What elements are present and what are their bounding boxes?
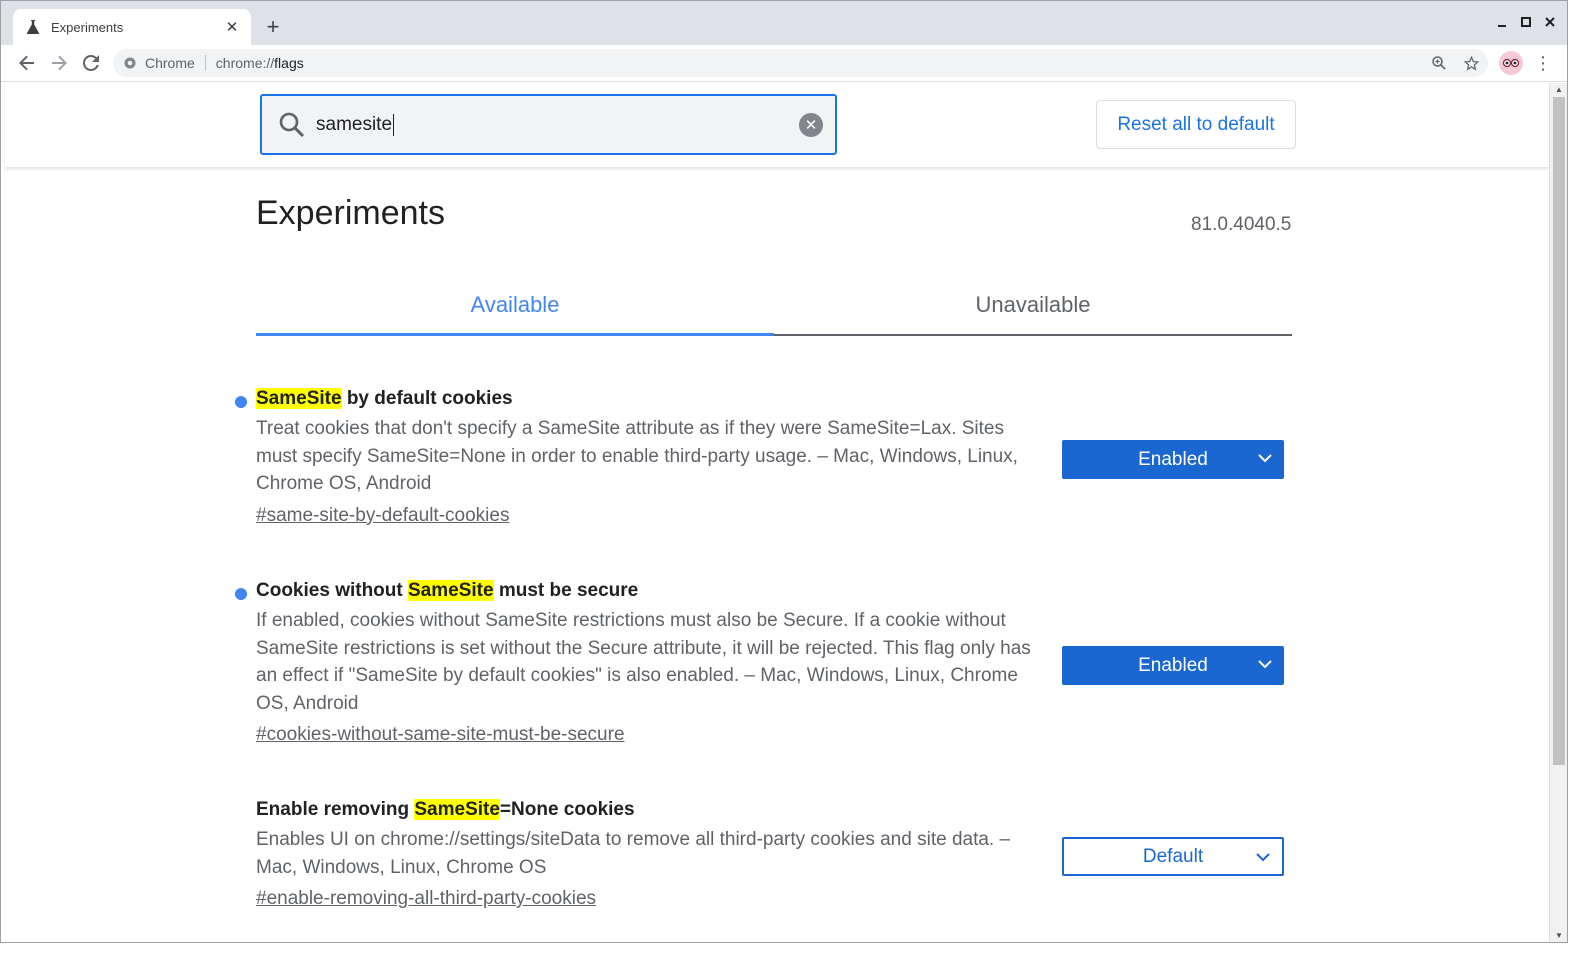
flag-item: Cookies without SameSite must be secure … xyxy=(235,578,1296,748)
search-highlight: SameSite xyxy=(256,388,342,409)
address-bar[interactable]: Chrome chrome://flags xyxy=(113,49,1488,77)
minimize-icon[interactable] xyxy=(1493,13,1511,31)
flag-description: If enabled, cookies without SameSite res… xyxy=(256,610,1031,714)
search-input[interactable]: samesite ✕ xyxy=(260,94,837,155)
flag-description: Enables UI on chrome://settings/siteData… xyxy=(256,829,1011,878)
omnibox-actions xyxy=(1430,54,1480,72)
select-value: Enabled xyxy=(1138,448,1208,470)
clear-search-icon[interactable]: ✕ xyxy=(799,113,823,137)
toolbar: Chrome chrome://flags ⋮ xyxy=(1,45,1567,82)
vertical-scrollbar[interactable]: ▲ ▼ xyxy=(1549,83,1567,942)
search-highlight: SameSite xyxy=(408,580,494,601)
flag-description: Treat cookies that don't specify a SameS… xyxy=(256,418,1018,494)
profile-avatar[interactable] xyxy=(1499,51,1523,75)
back-arrow-icon[interactable] xyxy=(15,51,39,75)
active-tab-indicator xyxy=(256,333,774,336)
url-text: chrome://flags xyxy=(215,55,304,71)
flag-anchor-link[interactable]: #enable-removing-all-third-party-cookies xyxy=(256,886,596,912)
chevron-down-icon xyxy=(1258,657,1272,671)
bookmark-star-icon[interactable] xyxy=(1462,54,1480,72)
omnibox-divider xyxy=(204,55,206,71)
chevron-down-icon xyxy=(1258,451,1272,465)
flag-anchor-link[interactable]: #cookies-without-same-site-must-be-secur… xyxy=(256,722,625,748)
origin-chip: Chrome xyxy=(145,55,195,71)
tab-close-icon[interactable]: ✕ xyxy=(223,18,241,36)
search-icon xyxy=(278,111,306,139)
select-value: Enabled xyxy=(1138,654,1208,676)
flag-item: Enable removing SameSite=None cookies En… xyxy=(256,797,1296,912)
modified-indicator xyxy=(235,588,247,600)
flag-anchor-link[interactable]: #same-site-by-default-cookies xyxy=(256,503,509,529)
version-label: 81.0.4040.5 xyxy=(1191,214,1292,235)
chrome-site-icon xyxy=(123,56,137,70)
flag-state-select[interactable]: Enabled xyxy=(1062,440,1284,479)
reset-all-button[interactable]: Reset all to default xyxy=(1096,100,1296,149)
scrollbar-thumb[interactable] xyxy=(1553,97,1565,765)
tab-strip: Experiments ✕ + xyxy=(1,1,1567,45)
select-value: Default xyxy=(1142,845,1204,867)
flag-title: Cookies without SameSite must be secure xyxy=(256,580,639,601)
tab-title: Experiments xyxy=(51,19,124,35)
scroll-up-icon[interactable]: ▲ xyxy=(1554,86,1564,94)
reload-icon[interactable] xyxy=(79,51,103,75)
window-controls xyxy=(1493,13,1559,31)
modified-indicator xyxy=(235,396,247,408)
flag-state-select[interactable]: Enabled xyxy=(1062,646,1284,685)
tab-available[interactable]: Available xyxy=(256,276,774,334)
scroll-down-icon[interactable]: ▼ xyxy=(1554,932,1564,940)
browser-window: Experiments ✕ + Chrome chrome://flags ⋮ … xyxy=(0,0,1568,943)
chevron-down-icon xyxy=(1256,850,1270,864)
window-close-icon[interactable] xyxy=(1541,13,1559,31)
zoom-icon[interactable] xyxy=(1430,54,1448,72)
page-viewport: samesite ✕ Reset all to default Experime… xyxy=(1,83,1549,942)
new-tab-button[interactable]: + xyxy=(261,14,285,39)
flask-icon xyxy=(25,19,41,35)
browser-tab[interactable]: Experiments ✕ xyxy=(13,9,251,45)
page-title: Experiments xyxy=(256,194,445,232)
flag-title: Enable removing SameSite=None cookies xyxy=(256,799,635,820)
flags-header: samesite ✕ Reset all to default xyxy=(5,83,1549,167)
flags-tabs: Available Unavailable xyxy=(256,276,1292,336)
search-highlight: SameSite xyxy=(414,799,500,820)
search-query: samesite xyxy=(316,113,395,136)
maximize-icon[interactable] xyxy=(1517,13,1535,31)
flag-item: SameSite by default cookies Treat cookie… xyxy=(235,386,1296,529)
flag-state-select[interactable]: Default xyxy=(1062,837,1284,876)
forward-arrow-icon[interactable] xyxy=(47,51,71,75)
tab-unavailable[interactable]: Unavailable xyxy=(774,276,1292,334)
kebab-menu-icon[interactable]: ⋮ xyxy=(1533,51,1553,75)
flag-title: SameSite by default cookies xyxy=(256,388,513,409)
